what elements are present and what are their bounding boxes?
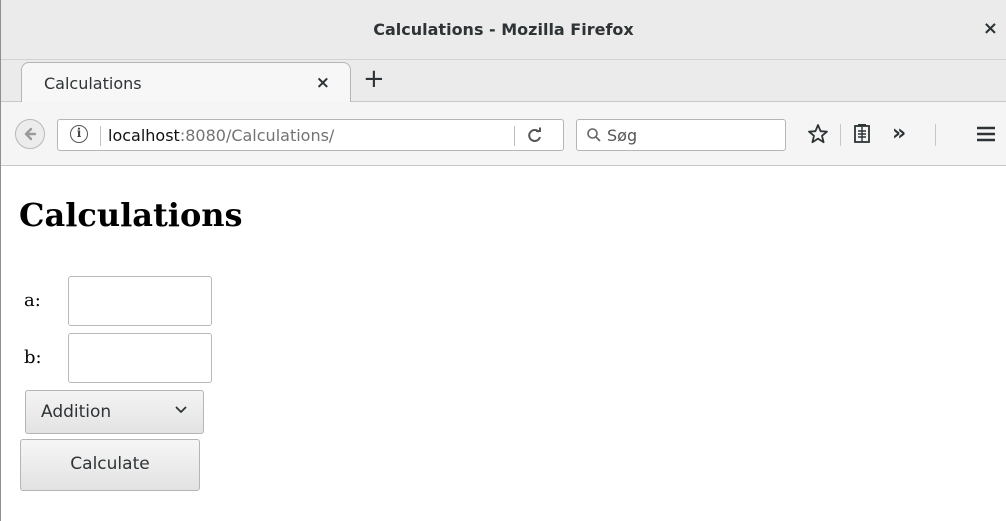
operation-selected-value: Addition (41, 402, 112, 422)
window-title: Calculations - Mozilla Firefox (373, 20, 634, 39)
url-bar[interactable]: i localhost:8080/Calculations/ (57, 119, 564, 151)
url-host: localhost (108, 126, 180, 145)
url-separator-right (514, 126, 515, 146)
chevron-down-icon (175, 406, 187, 413)
browser-window: Calculations - Mozilla Firefox × Calcula… (0, 0, 1006, 521)
tab-calculations[interactable]: Calculations × (21, 62, 351, 103)
url-path: :8080/Calculations/ (179, 126, 335, 145)
toolbar-separator (840, 124, 841, 146)
tab-strip: Calculations × (1, 60, 1006, 103)
back-arrow-icon[interactable] (15, 119, 45, 149)
tab-close-icon[interactable]: × (316, 73, 330, 93)
field-a-input[interactable] (68, 276, 212, 326)
search-icon (586, 124, 602, 147)
page-heading: Calculations (19, 196, 243, 234)
operation-select[interactable]: Addition (25, 390, 204, 434)
field-a-label: a: (24, 290, 41, 311)
navigation-toolbar: i localhost:8080/Calculations/ Søg » (1, 102, 1006, 166)
calculate-button[interactable]: Calculate (20, 439, 200, 491)
search-input[interactable] (605, 123, 779, 147)
window-close-button[interactable]: × (983, 18, 998, 39)
field-b-label: b: (24, 347, 42, 368)
window-titlebar: Calculations - Mozilla Firefox × (1, 0, 1006, 60)
field-b-input[interactable] (68, 333, 212, 383)
page-content: Calculations a: b: Addition Calculate (1, 166, 1006, 521)
new-tab-button[interactable]: + (363, 66, 385, 92)
overflow-chevrons-icon[interactable]: » (892, 120, 906, 148)
search-bar[interactable] (576, 119, 786, 151)
hamburger-menu-icon[interactable] (975, 120, 997, 152)
info-icon[interactable]: i (70, 125, 88, 143)
reload-icon[interactable] (526, 123, 544, 150)
reader-list-icon[interactable] (852, 120, 872, 153)
bookmark-star-icon[interactable] (807, 120, 829, 153)
url-text[interactable]: localhost:8080/Calculations/ (108, 126, 334, 145)
toolbar-separator (935, 124, 936, 146)
url-separator (100, 126, 101, 146)
tab-label: Calculations (44, 74, 142, 93)
